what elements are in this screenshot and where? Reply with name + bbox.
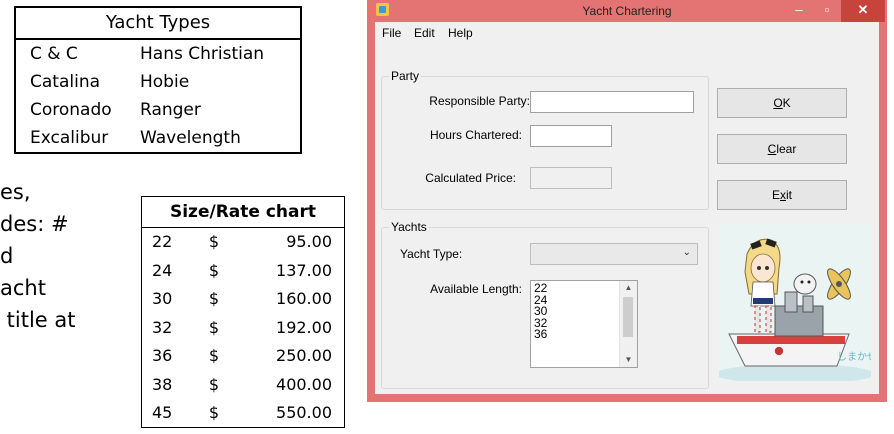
exit-button[interactable]: Exit — [717, 180, 847, 210]
picture-signature: しまかぜ — [837, 351, 871, 363]
size-cell: 30 — [152, 289, 173, 308]
rate-cell: 400.00 — [276, 374, 332, 394]
yacht-types-table: Yacht Types C & C Hans Christian Catalin… — [14, 6, 302, 154]
hours-chartered-label: Hours Chartered: — [429, 128, 522, 142]
rate-cell: 250.00 — [276, 346, 332, 365]
table-cell: Hobie — [140, 72, 190, 92]
anime-ship-picture: しまかぜ — [719, 224, 871, 381]
menu-edit[interactable]: Edit — [414, 26, 435, 40]
table-cell: Excalibur — [30, 128, 109, 148]
scroll-thumb[interactable] — [623, 297, 633, 337]
slide-text-line: title at — [0, 308, 76, 332]
rate-cell: 550.00 — [276, 403, 332, 422]
ship-girl-illustration: しまかぜ — [719, 238, 871, 381]
table-cell: Hans Christian — [140, 44, 265, 64]
minimize-button[interactable]: – — [785, 0, 813, 22]
close-button[interactable]: ✕ — [841, 0, 885, 22]
table-row: 36 $250.00 — [142, 342, 344, 371]
rate-cell: 160.00 — [276, 289, 332, 308]
currency-cell: $ — [208, 374, 220, 394]
slide-text: es, des: # d acht title at — [0, 176, 140, 336]
table-row: Catalina Hobie — [16, 68, 300, 96]
menu-help[interactable]: Help — [448, 26, 473, 40]
hours-chartered-field[interactable] — [530, 125, 612, 147]
size-cell: 45 — [152, 403, 173, 422]
calculated-price-label: Calculated Price: — [425, 171, 516, 185]
currency-cell: $ — [208, 289, 220, 308]
table-cell: Wavelength — [140, 128, 241, 148]
clear-label: lear — [776, 142, 797, 156]
available-length-label: Available Length: — [430, 282, 522, 296]
list-item[interactable]: 36 — [534, 328, 547, 341]
scroll-up-icon[interactable]: ▲ — [620, 281, 637, 295]
chevron-down-icon[interactable]: ⌄ — [683, 247, 691, 258]
currency-cell: $ — [208, 232, 220, 251]
rate-cell: 95.00 — [286, 232, 332, 251]
size-rate-table: Size/Rate chart 22 $95.00 24 $137.00 30 $16… — [141, 196, 345, 428]
form-client-area: File Edit Help Party Responsible Party: … — [375, 22, 879, 394]
menu-file[interactable]: File — [382, 26, 401, 40]
yacht-type-label: Yacht Type: — [400, 247, 463, 261]
size-cell: 32 — [152, 317, 173, 337]
scroll-down-icon[interactable]: ▼ — [620, 353, 637, 367]
currency-cell: $ — [208, 403, 220, 422]
currency-cell: $ — [208, 260, 220, 280]
exit-label-start: E — [771, 188, 780, 202]
table-row: Coronado Ranger — [16, 96, 300, 124]
responsible-party-label: Responsible Party: — [429, 94, 530, 108]
table-row: C & C Hans Christian — [16, 40, 300, 68]
table-row: 24 $137.00 — [142, 257, 344, 286]
length-list: 22 24 30 32 36 — [534, 282, 547, 341]
ok-label: K — [782, 96, 791, 110]
size-cell: 24 — [152, 260, 173, 280]
table-cell: Ranger — [140, 100, 201, 120]
currency-cell: $ — [208, 346, 220, 365]
party-group-title: Party — [389, 69, 422, 83]
table-row: 45 $550.00 — [142, 399, 344, 428]
table-row: 38 $400.00 — [142, 371, 344, 400]
title-bar[interactable]: Yacht Chartering – ▫ ✕ — [367, 0, 887, 22]
yacht-types-title: Yacht Types — [16, 8, 300, 40]
size-rate-title: Size/Rate chart — [142, 197, 344, 228]
ok-mnemonic: O — [773, 96, 783, 110]
yachts-group: Yachts Yacht Type: ⌄ Available Length: 2… — [381, 220, 709, 389]
table-row: 32 $192.00 — [142, 314, 344, 343]
yacht-chartering-window: Yacht Chartering – ▫ ✕ File Edit Help Pa… — [367, 0, 887, 402]
ok-button[interactable]: OK — [717, 88, 847, 118]
table-cell: C & C — [30, 44, 78, 64]
yachts-group-title: Yachts — [389, 220, 429, 234]
size-cell: 22 — [152, 232, 173, 251]
currency-cell: $ — [208, 317, 220, 337]
responsible-party-field[interactable] — [530, 91, 694, 113]
slide-text-line: es, — [0, 180, 31, 204]
exit-label-end: it — [786, 188, 792, 202]
table-cell: Catalina — [30, 72, 101, 92]
clear-button[interactable]: Clear — [717, 134, 847, 164]
yacht-type-combobox[interactable]: ⌄ — [530, 243, 698, 265]
table-row: 30 $160.00 — [142, 285, 344, 314]
available-length-listbox[interactable]: 22 24 30 32 36 ▲ ▼ — [530, 280, 638, 368]
slide-text-line: acht — [0, 276, 46, 300]
party-group: Party Responsible Party: Hours Chartered… — [381, 69, 709, 210]
table-cell: Coronado — [30, 100, 112, 120]
size-cell: 38 — [152, 374, 173, 394]
slide-text-line: d — [0, 244, 14, 268]
table-row: 22 $95.00 — [142, 228, 344, 257]
rate-cell: 137.00 — [276, 260, 332, 280]
menu-bar: File Edit Help — [375, 22, 879, 46]
rate-cell: 192.00 — [276, 317, 332, 337]
table-row: Excalibur Wavelength — [16, 124, 300, 152]
listbox-scrollbar[interactable]: ▲ ▼ — [619, 281, 637, 367]
size-cell: 36 — [152, 346, 173, 365]
slide-text-line: des: # — [0, 212, 69, 236]
calculated-price-field — [530, 167, 612, 189]
maximize-button[interactable]: ▫ — [813, 0, 841, 22]
